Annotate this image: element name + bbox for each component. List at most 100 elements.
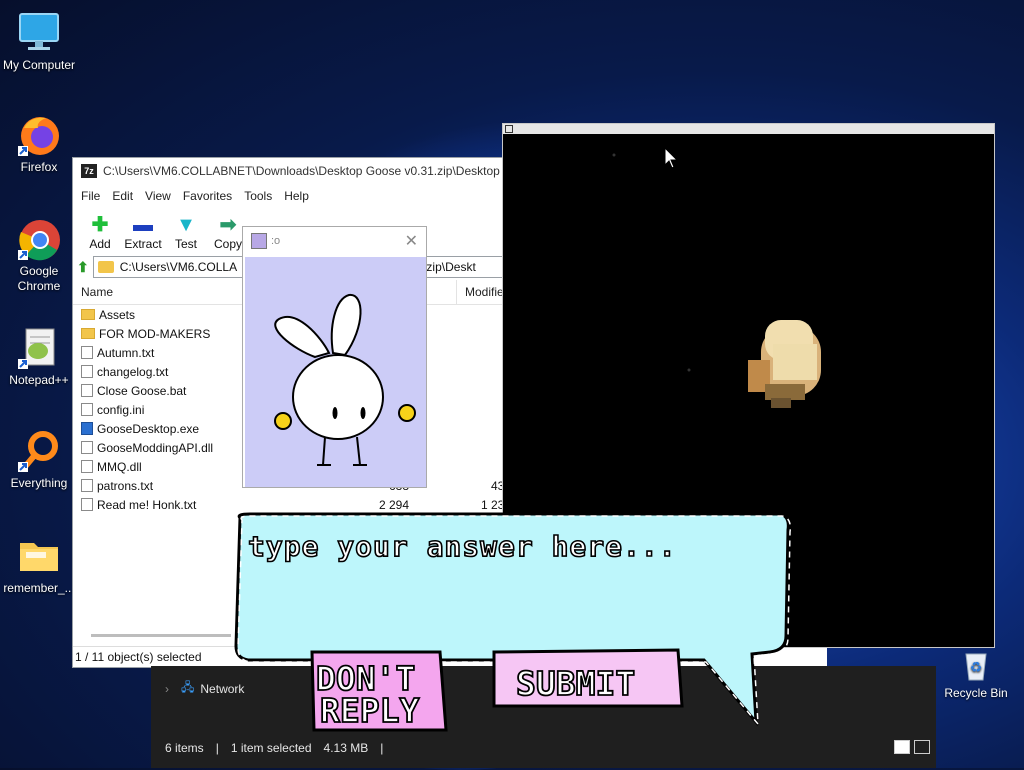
explorer-status-bar: 6 items | 1 item selected 4.13 MB | bbox=[165, 741, 383, 755]
mouse-cursor-icon bbox=[664, 146, 679, 169]
menu-edit[interactable]: Edit bbox=[106, 189, 139, 203]
file-name: Read me! Honk.txt bbox=[97, 497, 197, 512]
menu-favorites[interactable]: Favorites bbox=[177, 189, 238, 203]
bunny-right-eye bbox=[360, 407, 366, 419]
add-button[interactable]: ✚ Add bbox=[79, 213, 121, 254]
bread-sprite bbox=[748, 320, 821, 408]
magnifier-icon bbox=[16, 428, 62, 474]
bunny-right-paw bbox=[398, 404, 416, 422]
file-name: FOR MOD-MAKERS bbox=[99, 326, 211, 341]
horizontal-scrollbar[interactable] bbox=[91, 634, 231, 637]
status-separator: | bbox=[380, 741, 384, 755]
bunny-popup-window: :o ✕ bbox=[242, 226, 427, 488]
desktop-icon-label: remember_... bbox=[3, 581, 75, 595]
notepadpp-icon bbox=[16, 325, 62, 371]
file-icon bbox=[81, 403, 93, 416]
file-icon bbox=[81, 365, 93, 378]
firefox-icon bbox=[16, 112, 62, 158]
copy-label: Copy bbox=[213, 237, 242, 251]
desktop-icon-recycle-bin[interactable]: ♻ Recycle Bin bbox=[940, 648, 1012, 700]
file-name: GooseModdingAPI.dll bbox=[97, 440, 214, 455]
file-icon bbox=[81, 441, 93, 454]
add-label: Add bbox=[89, 237, 111, 251]
network-label: Network bbox=[200, 681, 245, 696]
item-count: 6 items bbox=[165, 741, 204, 755]
file-icon bbox=[81, 479, 93, 492]
selection-size: 4.13 MB bbox=[323, 741, 369, 755]
exe-file-icon bbox=[81, 422, 93, 435]
file-packed-size: 1 236 bbox=[480, 497, 511, 512]
file-name: Assets bbox=[99, 307, 136, 322]
desktop-icon-remember-folder[interactable]: remember_... bbox=[1, 533, 77, 596]
desktop-icon-chrome[interactable]: Google Chrome bbox=[1, 216, 77, 294]
folder-icon bbox=[81, 328, 95, 339]
selection-count: 1 item selected bbox=[230, 741, 312, 755]
dont-reply-line2: REPLY bbox=[320, 691, 419, 730]
desktop-icon-label: Firefox bbox=[20, 160, 58, 174]
dust-speck bbox=[612, 153, 616, 157]
file-name: Autumn.txt bbox=[97, 345, 155, 360]
network-item[interactable]: › 🖧 Network bbox=[165, 678, 244, 699]
desktop-icon-label: My Computer bbox=[2, 58, 76, 72]
bunny-left-eye bbox=[332, 407, 338, 419]
bunny-popup-titlebar[interactable]: :o bbox=[243, 227, 426, 255]
network-icon: 🖧 bbox=[181, 680, 195, 694]
bunny-left-leg bbox=[317, 436, 331, 466]
bunny-left-paw bbox=[274, 412, 292, 430]
extract-label: Extract bbox=[124, 237, 162, 251]
menu-view[interactable]: View bbox=[139, 189, 177, 203]
chevron-right-icon[interactable]: › bbox=[165, 682, 169, 696]
goose-canvas bbox=[612, 146, 821, 408]
details-view-icon[interactable] bbox=[894, 740, 910, 754]
test-label: Test bbox=[174, 237, 197, 251]
desktop-icon-label: Notepad++ bbox=[9, 373, 69, 387]
bunny-illustration bbox=[274, 293, 416, 466]
folder-icon bbox=[81, 309, 95, 320]
menu-file[interactable]: File bbox=[75, 189, 106, 203]
monitor-icon bbox=[16, 10, 62, 56]
test-button[interactable]: ▼ Test bbox=[165, 213, 207, 254]
archive-status-bar: 1 / 11 object(s) selected bbox=[73, 646, 827, 667]
file-icon bbox=[81, 460, 93, 473]
dont-reply-button[interactable]: DON'T REPLY bbox=[310, 650, 448, 732]
chrome-icon bbox=[16, 216, 62, 262]
menu-tools[interactable]: Tools bbox=[238, 189, 278, 203]
svg-text:♻: ♻ bbox=[970, 660, 983, 676]
bunny-left-ear bbox=[274, 316, 331, 359]
desktop-icon-my-computer[interactable]: My Computer bbox=[1, 10, 77, 73]
bunny-right-ear bbox=[330, 293, 362, 357]
file-name-cell: Read me! Honk.txt bbox=[73, 498, 299, 512]
recycle-bin-icon: ♻ bbox=[959, 648, 993, 682]
tiles-view-icon[interactable] bbox=[914, 740, 930, 754]
status-separator: | bbox=[215, 741, 219, 755]
add-icon: ✚ bbox=[91, 214, 109, 236]
extract-button[interactable]: ▬ Extract bbox=[121, 213, 165, 254]
up-folder-icon[interactable]: ⬆ bbox=[77, 259, 89, 276]
folder-icon bbox=[16, 533, 62, 579]
archive-title: C:\Users\VM6.COLLABNET\Downloads\Desktop… bbox=[103, 164, 520, 178]
desktop-icon-firefox[interactable]: Firefox bbox=[1, 112, 77, 175]
file-name: MMQ.dll bbox=[97, 459, 142, 474]
file-size: 2 294 bbox=[378, 497, 409, 512]
desktop-icon-everything[interactable]: Everything bbox=[1, 428, 77, 491]
submit-button[interactable]: SUBMIT bbox=[492, 648, 684, 708]
submit-label: SUBMIT bbox=[516, 664, 635, 703]
close-icon[interactable]: ✕ bbox=[405, 231, 418, 251]
window-menu-icon[interactable] bbox=[505, 125, 513, 133]
menu-help[interactable]: Help bbox=[278, 189, 315, 203]
file-icon bbox=[81, 384, 93, 397]
dust-speck bbox=[687, 368, 691, 372]
popup-title: :o bbox=[271, 235, 281, 247]
popup-app-icon bbox=[251, 233, 267, 249]
desktop-icon-notepadpp[interactable]: Notepad++ bbox=[1, 325, 77, 388]
file-name: patrons.txt bbox=[97, 478, 154, 493]
test-icon: ▼ bbox=[176, 214, 196, 236]
view-toggle bbox=[894, 740, 930, 754]
goose-window-titlebar[interactable] bbox=[503, 124, 994, 134]
file-icon bbox=[81, 498, 93, 511]
extract-icon: ▬ bbox=[133, 214, 153, 236]
selection-status: 1 / 11 object(s) selected bbox=[75, 650, 202, 664]
desktop-icon-label: Everything bbox=[10, 476, 68, 490]
desktop-icon-label: Google Chrome bbox=[17, 264, 61, 293]
goose-game-window bbox=[502, 123, 995, 648]
